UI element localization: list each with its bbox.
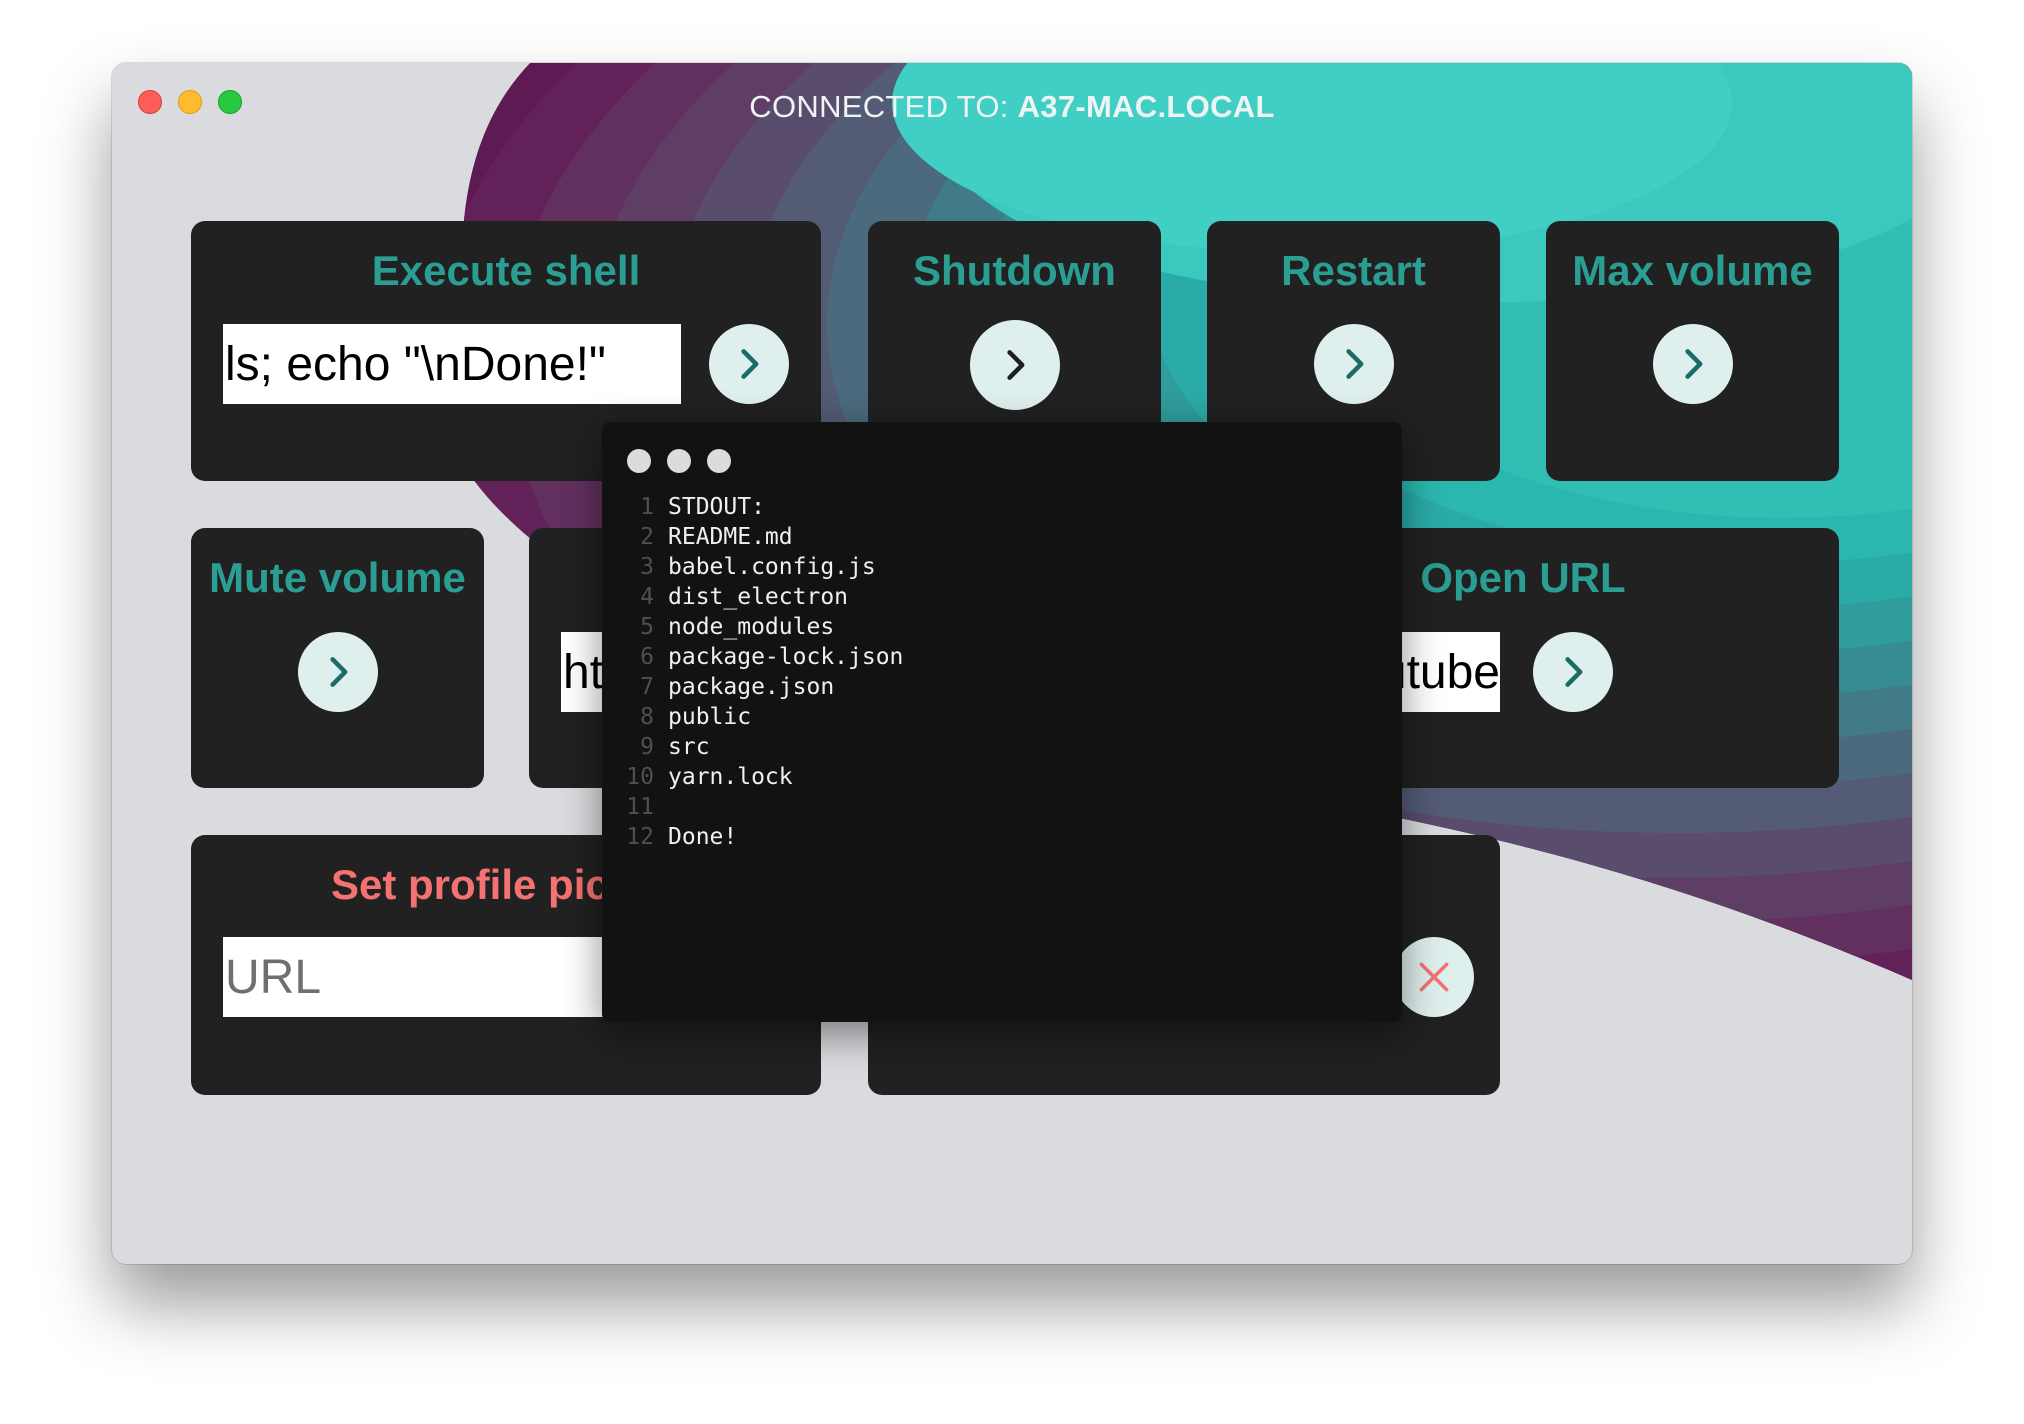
terminal-line-number: 11 <box>626 794 654 820</box>
max-volume-go-button[interactable] <box>1653 324 1733 404</box>
execute-shell-go-button[interactable] <box>709 324 789 404</box>
terminal-line-text: babel.config.js <box>668 554 876 580</box>
chevron-right-icon <box>1346 349 1364 379</box>
terminal-line-text: src <box>668 734 710 760</box>
terminal-line-text: public <box>668 704 752 730</box>
connection-host: A37-MAC.LOCAL <box>1017 89 1275 124</box>
terminal-line: 12 Done! <box>622 822 1382 852</box>
card-title-mute-volume: Mute volume <box>209 554 466 601</box>
terminal-line-number: 9 <box>640 734 654 760</box>
terminal-line-text: package-lock.json <box>668 644 904 670</box>
terminal-line-text: STDOUT: <box>668 494 765 520</box>
terminal-dot-1[interactable] <box>627 449 651 473</box>
terminal-dot-3[interactable] <box>707 449 731 473</box>
card-max-volume: Max volume <box>1546 221 1839 481</box>
terminal-line-text: dist_electron <box>668 584 849 610</box>
chevron-right-icon <box>1565 657 1583 687</box>
terminal-line-text: Done! <box>668 824 738 850</box>
terminal-line: 8 public <box>622 702 1382 732</box>
chevron-right-icon <box>1007 350 1025 380</box>
shutdown-go-button[interactable] <box>970 320 1060 410</box>
card-title-set-profile-pic: Set profile pic <box>331 861 609 908</box>
card-title-max-volume: Max volume <box>1572 247 1813 294</box>
terminal-line-number: 3 <box>640 554 654 580</box>
card-title-execute-shell: Execute shell <box>371 247 641 294</box>
terminal-line: 10 yarn.lock <box>622 762 1382 792</box>
terminal-line: 4 dist_electron <box>622 582 1382 612</box>
terminal-line-text: README.md <box>668 524 793 550</box>
terminal-line-number: 4 <box>640 584 654 610</box>
x-icon <box>1419 962 1449 992</box>
chevron-right-icon <box>330 657 348 687</box>
card-title-restart: Restart <box>1281 247 1426 294</box>
app-window: CONNECTED TO: A37-MAC.LOCAL Execute shel… <box>112 63 1912 1264</box>
connection-status: CONNECTED TO: A37-MAC.LOCAL <box>112 89 1912 125</box>
card-title-shutdown: Shutdown <box>913 247 1116 294</box>
terminal-line: 11 <box>622 792 1382 822</box>
terminal-line-text: package.json <box>668 674 835 700</box>
open-url-go-button[interactable] <box>1533 632 1613 712</box>
card-mute-volume: Mute volume <box>191 528 484 788</box>
terminal-line-text: yarn.lock <box>668 764 793 790</box>
terminal-line-number: 5 <box>640 614 654 640</box>
terminal-dot-2[interactable] <box>667 449 691 473</box>
shell-command-input[interactable]: ls; echo "\nDone!" <box>223 324 681 404</box>
terminal-line-number: 10 <box>626 764 654 790</box>
terminal-output-window: 1 STDOUT: 2 README.md 3 babel.config.js 4 dist_… <box>602 422 1402 1022</box>
terminal-line-number: 8 <box>640 704 654 730</box>
restart-go-button[interactable] <box>1314 324 1394 404</box>
chevron-right-icon <box>1685 349 1703 379</box>
terminal-line: 1 STDOUT: <box>622 492 1382 522</box>
terminal-line-number: 7 <box>640 674 654 700</box>
chevron-right-icon <box>741 349 759 379</box>
terminal-output: 1 STDOUT: 2 README.md 3 babel.config.js 4 dist_… <box>622 492 1382 852</box>
terminal-line: 2 README.md <box>622 522 1382 552</box>
terminal-line: 9 src <box>622 732 1382 762</box>
error-status-button[interactable] <box>1394 937 1474 1017</box>
mute-volume-go-button[interactable] <box>298 632 378 712</box>
terminal-line: 3 babel.config.js <box>622 552 1382 582</box>
terminal-line: 5 node_modules <box>622 612 1382 642</box>
terminal-line-number: 6 <box>640 644 654 670</box>
terminal-line-text: node_modules <box>668 614 835 640</box>
terminal-line-number: 1 <box>640 494 654 520</box>
connection-label: CONNECTED TO: <box>749 89 1009 124</box>
terminal-line-number: 12 <box>626 824 654 850</box>
terminal-line: 7 package.json <box>622 672 1382 702</box>
terminal-line: 6 package-lock.json <box>622 642 1382 672</box>
terminal-line-number: 2 <box>640 524 654 550</box>
